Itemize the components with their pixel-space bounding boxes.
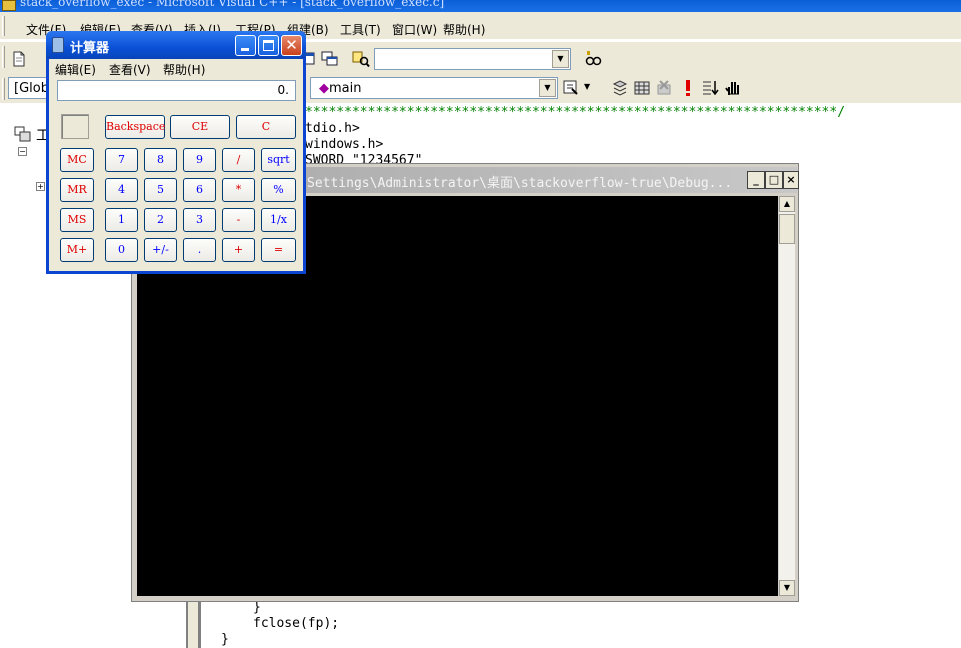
calculator-title-bar[interactable]: 计算器 ✕ [46,31,306,59]
calc-menu-edit[interactable]: 编辑(E) [55,61,96,78]
chevron-down-icon[interactable]: ▼ [552,50,569,68]
console-scrollbar[interactable]: ▲ ▼ [778,196,795,596]
equals-button[interactable]: = [261,238,296,262]
console-title: Settings\Administrator\桌面\stackoverflow-… [307,176,733,191]
calculator-display: 0. [57,80,296,101]
add-button[interactable]: + [222,238,255,262]
hand-breakpoint-icon[interactable] [724,79,742,97]
digit-8-button[interactable]: 8 [144,148,177,172]
close-icon[interactable]: × [783,171,799,189]
go-icon[interactable] [701,79,719,97]
memory-indicator [61,114,89,139]
stop-build-icon[interactable] [655,79,673,97]
decimal-point-button[interactable]: . [183,238,216,262]
ms-button[interactable]: MS [60,208,94,232]
scroll-down-icon[interactable]: ▼ [779,580,795,596]
close-icon[interactable]: ✕ [281,35,302,56]
new-file-icon[interactable] [10,50,28,68]
toolbar-grip [2,46,5,68]
calc-menu-view[interactable]: 查看(V) [109,61,151,78]
function-diamond-icon: ◆ [319,81,329,96]
digit-6-button[interactable]: 6 [183,178,216,202]
calculator-title: 计算器 [70,41,110,56]
minimize-icon[interactable] [235,35,256,56]
scroll-up-icon[interactable]: ▲ [779,196,795,212]
digit-5-button[interactable]: 5 [144,178,177,202]
menubar-grip [2,16,5,36]
digit-2-button[interactable]: 2 [144,208,177,232]
c-button[interactable]: C [236,115,296,139]
calculator-icon [52,37,64,53]
chevron-down-icon[interactable]: ▼ [584,82,590,91]
plus-minus-button[interactable]: +/- [144,238,177,262]
menu-tools[interactable]: 工具(T) [340,21,381,38]
code-line: tdio.h> [305,121,360,136]
function-combo[interactable]: ◆main ▼ [310,77,558,99]
scroll-thumb[interactable] [779,214,795,244]
chevron-down-icon[interactable]: ▼ [539,79,556,97]
code-line: fclose(fp); [253,616,340,631]
maximize-icon[interactable] [258,35,279,56]
workspace-icon [14,126,31,142]
divide-button[interactable]: / [222,148,255,172]
tree-expand-icon[interactable]: + [36,182,45,191]
calc-menu-help[interactable]: 帮助(H) [163,61,205,78]
toolbar-grip [2,78,5,100]
function-combo-value: ◆main [319,81,361,96]
scope-combo-value: [Glob [14,81,49,96]
wizard-action-icon[interactable] [562,79,580,97]
digit-1-button[interactable]: 1 [105,208,138,232]
digit-9-button[interactable]: 9 [183,148,216,172]
multiply-button[interactable]: * [222,178,255,202]
digit-7-button[interactable]: 7 [105,148,138,172]
m-plus-button[interactable]: M+ [60,238,94,262]
vc-title-bar: stack_overflow_exec - Microsoft Visual C… [0,0,961,12]
code-line: windows.h> [305,137,384,152]
tree-collapse-icon[interactable]: − [18,147,27,156]
digit-3-button[interactable]: 3 [183,208,216,232]
comment-line: ****************************************… [305,105,846,120]
ce-button[interactable]: CE [170,115,230,139]
subtract-button[interactable]: - [222,208,255,232]
find-in-files-icon[interactable] [352,50,370,68]
digit-0-button[interactable]: 0 [105,238,138,262]
code-line: } [221,632,229,647]
build-icon[interactable] [633,79,651,97]
vc-app-icon [2,0,16,11]
maximize-icon[interactable]: □ [765,171,783,189]
calculator-window: 计算器 ✕ 编辑(E) 查看(V) 帮助(H) 0. Backspace CE … [46,31,306,274]
vc-window-title: stack_overflow_exec - Microsoft Visual C… [20,0,445,9]
calculator-menu-bar: 编辑(E) 查看(V) 帮助(H) [49,61,303,79]
mc-button[interactable]: MC [60,148,94,172]
find-combo[interactable]: ▼ [374,48,571,70]
digit-4-button[interactable]: 4 [105,178,138,202]
mr-button[interactable]: MR [60,178,94,202]
backspace-button[interactable]: Backspace [105,115,165,139]
compile-icon[interactable] [611,79,629,97]
menu-help[interactable]: 帮助(H) [443,21,485,38]
menu-window[interactable]: 窗口(W) [392,21,437,38]
sqrt-button[interactable]: sqrt [261,148,296,172]
find-icon[interactable] [584,50,602,68]
reciprocal-button[interactable]: 1/x [261,208,296,232]
window-list-icon[interactable] [321,50,339,68]
execute-icon[interactable] [679,79,697,97]
code-line: } [253,600,261,615]
minimize-icon[interactable]: _ [747,171,765,189]
function-name: main [329,81,362,96]
percent-button[interactable]: % [261,178,296,202]
